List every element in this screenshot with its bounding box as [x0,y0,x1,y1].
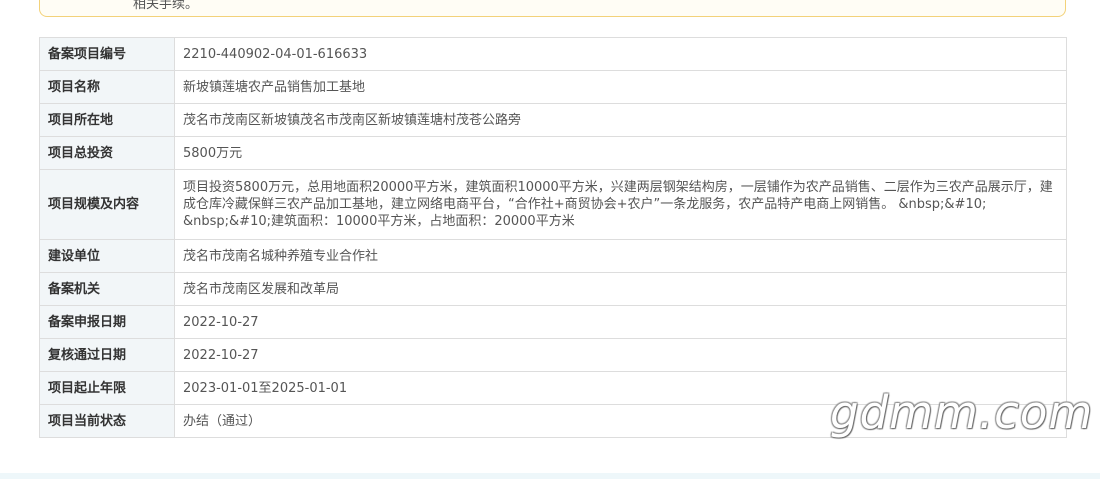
footer-strip [0,473,1100,479]
table-row-filing-date: 备案申报日期 2022-10-27 [39,305,1067,339]
label-project-name: 项目名称 [39,70,175,104]
label-record-number: 备案项目编号 [39,37,175,71]
label-status: 项目当前状态 [39,404,175,438]
table-row-record-number: 备案项目编号 2210-440902-04-01-616633 [39,37,1067,71]
table-row-builder: 建设单位 茂名市茂南名城种养殖专业合作社 [39,239,1067,273]
project-info-table: 备案项目编号 2210-440902-04-01-616633 项目名称 新坡镇… [39,37,1067,438]
label-builder: 建设单位 [39,239,175,273]
value-project-name: 新坡镇莲塘农产品销售加工基地 [174,70,1067,104]
table-row-total-investment: 项目总投资 5800万元 [39,136,1067,170]
table-row-project-name: 项目名称 新坡镇莲塘农产品销售加工基地 [39,70,1067,104]
table-row-location: 项目所在地 茂名市茂南区新坡镇茂名市茂南区新坡镇莲塘村茂苍公路旁 [39,103,1067,137]
label-total-investment: 项目总投资 [39,136,175,170]
notice-box: 相关手续。 [39,0,1066,17]
watermark-logo: gdmm.com [830,386,1094,439]
table-row-scope: 项目规模及内容 项目投资5800万元，总用地面积20000平方米，建筑面积100… [39,169,1067,240]
label-filing-date: 备案申报日期 [39,305,175,339]
page: 相关手续。 备案项目编号 2210-440902-04-01-616633 项目… [0,0,1100,479]
value-record-number: 2210-440902-04-01-616633 [174,37,1067,71]
value-total-investment: 5800万元 [174,136,1067,170]
label-review-date: 复核通过日期 [39,338,175,372]
value-builder: 茂名市茂南名城种养殖专业合作社 [174,239,1067,273]
label-scope: 项目规模及内容 [39,169,175,240]
table-row-authority: 备案机关 茂名市茂南区发展和改革局 [39,272,1067,306]
value-filing-date: 2022-10-27 [174,305,1067,339]
label-location: 项目所在地 [39,103,175,137]
value-location: 茂名市茂南区新坡镇茂名市茂南区新坡镇莲塘村茂苍公路旁 [174,103,1067,137]
table-row-review-date: 复核通过日期 2022-10-27 [39,338,1067,372]
value-authority: 茂名市茂南区发展和改革局 [174,272,1067,306]
notice-text: 相关手续。 [133,0,199,12]
value-review-date: 2022-10-27 [174,338,1067,372]
label-period: 项目起止年限 [39,371,175,405]
value-scope: 项目投资5800万元，总用地面积20000平方米，建筑面积10000平方米，兴建… [174,169,1067,240]
label-authority: 备案机关 [39,272,175,306]
